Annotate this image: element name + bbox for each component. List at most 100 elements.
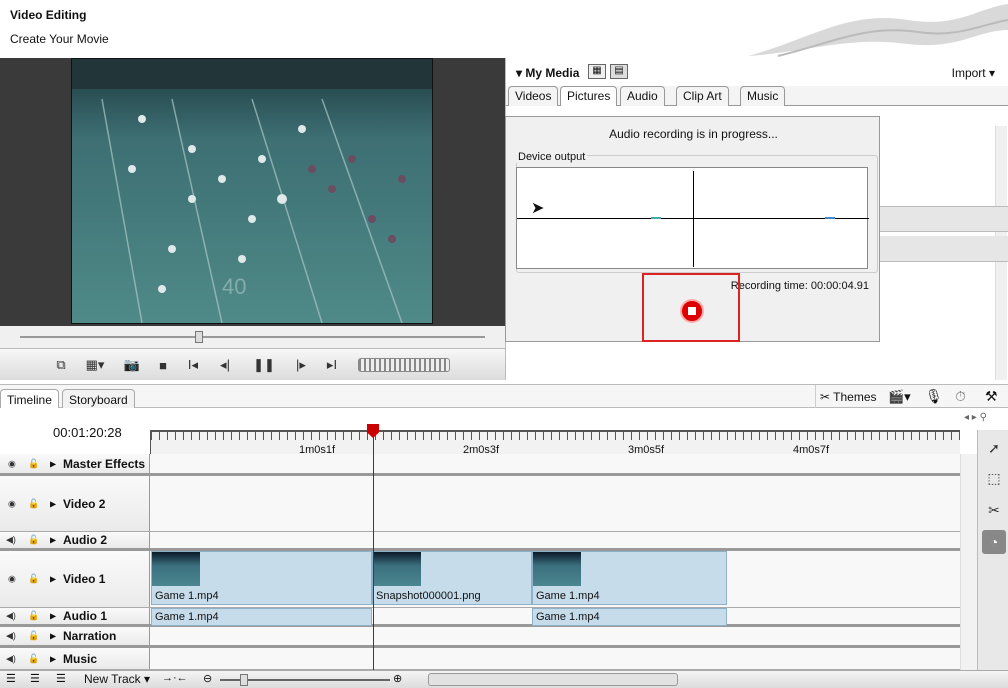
- wrench-icon[interactable]: ⚒: [985, 388, 998, 405]
- list-view-icon[interactable]: ▤: [610, 64, 628, 79]
- clip-thumbnail: [373, 552, 421, 586]
- transitions-menu-icon[interactable]: 🎬▾: [888, 389, 911, 405]
- next-frame-icon[interactable]: |▸: [290, 355, 312, 375]
- clip-label: Game 1.mp4: [155, 611, 219, 623]
- scissors-icon[interactable]: ✂: [982, 498, 1006, 522]
- expand-icon[interactable]: ▶: [50, 654, 56, 663]
- time-stretch-icon[interactable]: ◔: [982, 530, 1006, 554]
- jog-wheel[interactable]: [358, 358, 450, 372]
- track-header: ◉ 🔓 ▶ Master Effects: [0, 454, 150, 473]
- track-size-medium-icon[interactable]: ☰: [30, 672, 40, 685]
- audio-recording-dialog: Audio recording is in progress... Device…: [505, 116, 880, 342]
- visibility-icon[interactable]: ◉: [8, 498, 16, 509]
- media-title[interactable]: ▾ My Media: [516, 66, 579, 80]
- visibility-icon[interactable]: ◉: [8, 574, 16, 585]
- record-stop-highlight: [642, 273, 740, 342]
- mark-out-icon[interactable]: ▸I: [321, 355, 343, 375]
- video-frame-image: 40: [72, 59, 432, 324]
- tab-music[interactable]: Music: [740, 86, 786, 106]
- lock-icon[interactable]: 🔓: [28, 498, 39, 509]
- speaker-icon[interactable]: ◀): [6, 535, 16, 546]
- video-clip[interactable]: Game 1.mp4: [532, 551, 727, 605]
- expand-icon[interactable]: ▶: [50, 575, 56, 584]
- prev-frame-icon[interactable]: ◂|: [214, 355, 236, 375]
- bottom-bar: ☰ ☰ ☰ New Track ▾ →·← ⊖ ⊕: [0, 670, 1008, 688]
- speaker-icon[interactable]: ◀): [6, 631, 16, 642]
- video-clip[interactable]: Snapshot000001.png: [372, 551, 532, 605]
- track-size-large-icon[interactable]: ☰: [56, 672, 66, 685]
- playback-controls: ⧉ ▦▾ 📷 ■ I◂ ◂| ❚❚ |▸ ▸I: [0, 348, 505, 380]
- lock-icon[interactable]: 🔓: [28, 611, 39, 622]
- seek-bar[interactable]: [0, 326, 505, 348]
- lock-icon[interactable]: 🔓: [28, 535, 39, 546]
- clip-label: Game 1.mp4: [536, 611, 600, 623]
- video-clip[interactable]: Game 1.mp4: [151, 551, 372, 605]
- zoom-out-icon[interactable]: ⊖: [203, 672, 212, 685]
- tab-audio[interactable]: Audio: [620, 86, 665, 106]
- timeline-hscroll[interactable]: [428, 673, 678, 686]
- split-icon[interactable]: I◂: [182, 355, 204, 375]
- lock-icon[interactable]: 🔓: [28, 653, 39, 664]
- new-track-menu[interactable]: New Track ▾: [84, 672, 150, 686]
- pointer-icon[interactable]: ➚: [982, 436, 1006, 460]
- tracks-scrollbar[interactable]: [960, 454, 977, 670]
- tab-storyboard[interactable]: Storyboard: [62, 389, 135, 409]
- microphone-icon[interactable]: 🎙: [925, 388, 943, 405]
- speaker-icon[interactable]: ◀): [6, 653, 16, 664]
- clip-label: Game 1.mp4: [536, 590, 600, 602]
- track-music: ◀) 🔓 ▶ Music: [0, 648, 960, 670]
- lock-icon[interactable]: 🔓: [28, 574, 39, 585]
- recording-time: Recording time: 00:00:04.91: [730, 280, 869, 292]
- themes-button[interactable]: ✂ Themes: [815, 385, 887, 409]
- fullscreen-icon[interactable]: ⧉: [50, 355, 72, 375]
- zoom-in-icon[interactable]: ⊕: [393, 672, 402, 685]
- clip-thumbnail: [533, 552, 581, 586]
- expand-icon[interactable]: ▶: [50, 459, 56, 468]
- snapshot-icon[interactable]: 📷: [121, 355, 143, 375]
- seek-track: [20, 336, 485, 338]
- tab-pictures[interactable]: Pictures: [560, 86, 618, 106]
- track-name: Music: [63, 651, 98, 666]
- scroll-left-icon[interactable]: ◂ ▸ ⚲: [964, 412, 987, 423]
- fit-timeline-icon[interactable]: →·←: [162, 672, 188, 684]
- tab-timeline[interactable]: Timeline: [0, 389, 59, 409]
- stop-icon[interactable]: ■: [152, 355, 174, 375]
- grid-view-icon[interactable]: ▦: [588, 64, 606, 79]
- pause-icon[interactable]: ❚❚: [253, 355, 275, 375]
- clip-thumbnail: [152, 552, 200, 586]
- import-menu[interactable]: Import ▾: [952, 66, 995, 80]
- track-master-effects: ◉ 🔓 ▶ Master Effects: [0, 454, 960, 476]
- tab-videos[interactable]: Videos: [508, 86, 559, 106]
- select-region-icon[interactable]: ⬚: [982, 466, 1006, 490]
- audio-clip[interactable]: Game 1.mp4: [532, 608, 727, 626]
- track-audio-1: ◀) 🔓 ▶ Audio 1 Game 1.mp4 Game 1.mp4: [0, 608, 960, 627]
- audio-clip[interactable]: Game 1.mp4: [151, 608, 372, 626]
- speaker-icon[interactable]: ◀): [6, 611, 16, 622]
- media-title-label: My Media: [525, 66, 580, 80]
- zoom-thumb[interactable]: [240, 674, 248, 686]
- expand-icon[interactable]: ▶: [50, 632, 56, 641]
- expand-icon[interactable]: ▶: [50, 612, 56, 621]
- track-size-small-icon[interactable]: ☰: [6, 672, 16, 685]
- visibility-icon[interactable]: ◉: [8, 458, 16, 469]
- track-name: Video 2: [63, 496, 106, 511]
- track-audio-2: ◀) 🔓 ▶ Audio 2: [0, 532, 960, 551]
- tracks-area: ◉ 🔓 ▶ Master Effects ◉ 🔓 ▶ Video 2 ◀) 🔓 …: [0, 454, 960, 670]
- track-header: ◀) 🔓 ▶ Audio 1: [0, 608, 150, 624]
- display-menu-icon[interactable]: ▦▾: [80, 355, 110, 375]
- expand-icon[interactable]: ▶: [50, 499, 56, 508]
- header: Video Editing Create Your Movie: [0, 0, 1008, 58]
- expand-icon[interactable]: ▶: [50, 536, 56, 545]
- media-tabs: Videos Pictures Audio Clip Art Music: [506, 86, 1008, 106]
- device-output-label: Device output: [516, 151, 588, 163]
- media-scrollbar-lower[interactable]: [995, 262, 1007, 380]
- lock-icon[interactable]: 🔓: [28, 458, 39, 469]
- track-narration: ◀) 🔓 ▶ Narration: [0, 627, 960, 648]
- lock-icon[interactable]: 🔓: [28, 631, 39, 642]
- seek-thumb[interactable]: [195, 331, 203, 343]
- track-header: ◀) 🔓 ▶ Narration: [0, 627, 150, 645]
- timer-icon[interactable]: ⏱: [955, 388, 966, 405]
- tab-clip-art[interactable]: Clip Art: [676, 86, 729, 106]
- record-stop-icon[interactable]: [680, 299, 704, 323]
- swoosh-graphic: [748, 4, 1008, 57]
